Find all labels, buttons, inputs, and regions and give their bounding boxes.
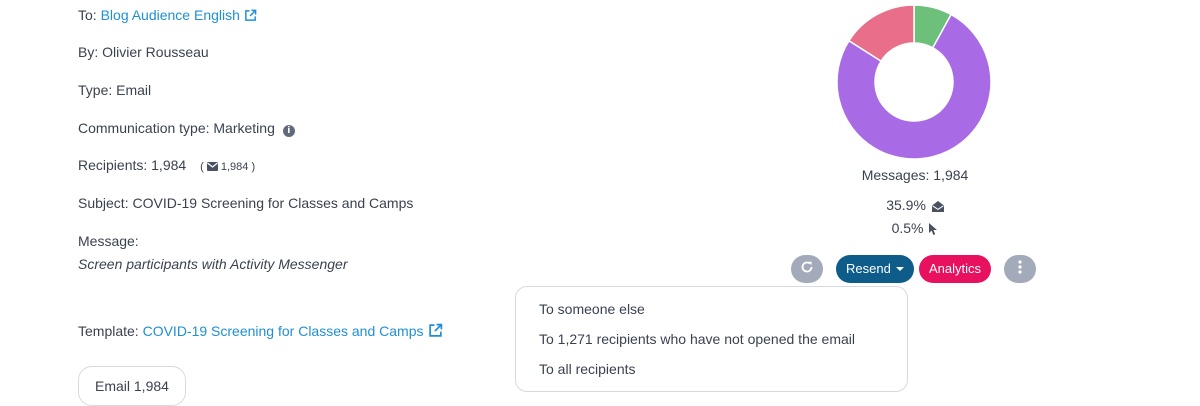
tab-email[interactable]: Email 1,984 — [78, 366, 186, 406]
to-audience-text: Blog Audience English — [100, 7, 240, 23]
paren-close: ) — [251, 161, 256, 173]
click-rate-value: 0.5% — [891, 220, 924, 236]
recipients-text: Recipients: 1,984 — [78, 157, 187, 173]
envelope-open-icon — [931, 199, 944, 215]
menu-item-all-recipients[interactable]: To all recipients — [539, 361, 636, 377]
template-label: Template: — [78, 323, 139, 339]
paren-open: ( — [200, 161, 204, 173]
resend-button[interactable]: Resend — [836, 255, 914, 283]
more-options-button[interactable] — [1004, 255, 1036, 283]
refresh-button[interactable] — [791, 255, 823, 283]
messages-stat: Messages: 1,984 — [861, 167, 969, 183]
envelope-icon — [206, 162, 218, 174]
resend-dropdown-menu: To someone else To 1,271 recipients who … — [515, 286, 908, 392]
vertical-ellipsis-icon — [1018, 259, 1022, 279]
template-text: COVID-19 Screening for Classes and Camps — [142, 323, 424, 339]
to-label: To: — [78, 7, 97, 23]
recipients-email-count: ( 1,984 ) — [200, 161, 255, 173]
subject-row: Subject: COVID-19 Screening for Classes … — [78, 195, 414, 211]
external-link-icon — [244, 9, 257, 25]
type-row: Type: Email — [78, 82, 152, 98]
message-label: Message: — [78, 233, 139, 249]
menu-item-someone-else[interactable]: To someone else — [539, 301, 645, 317]
to-audience-link[interactable]: Blog Audience English — [101, 7, 257, 23]
open-rate-value: 35.9% — [886, 197, 926, 213]
communication-type-row: Communication type: Marketing i — [78, 120, 295, 137]
menu-item-unopened-recipients[interactable]: To 1,271 recipients who have not opened … — [539, 331, 855, 347]
to-row: To: Blog Audience English — [78, 7, 257, 25]
click-rate-stat: 0.5% — [820, 220, 1010, 238]
template-row: Template: COVID-19 Screening for Classes… — [78, 323, 443, 341]
info-icon[interactable]: i — [282, 125, 295, 137]
external-link-icon — [428, 323, 443, 341]
resend-label: Resend — [846, 261, 891, 276]
template-link[interactable]: COVID-19 Screening for Classes and Camps — [143, 323, 443, 339]
refresh-icon — [800, 260, 814, 279]
communication-type-text: Communication type: Marketing — [78, 120, 275, 136]
open-rate-stat: 35.9% — [820, 197, 1010, 215]
recipients-row: Recipients: 1,984 ( 1,984 ) — [78, 157, 255, 174]
message-value: Screen participants with Activity Messen… — [78, 256, 348, 272]
cursor-icon — [929, 222, 938, 238]
recipients-email-number: 1,984 — [220, 161, 249, 173]
analytics-button[interactable]: Analytics — [919, 255, 992, 283]
caret-down-icon — [895, 267, 904, 271]
by-row: By: Olivier Rousseau — [78, 44, 209, 60]
messages-donut-chart — [836, 4, 992, 160]
